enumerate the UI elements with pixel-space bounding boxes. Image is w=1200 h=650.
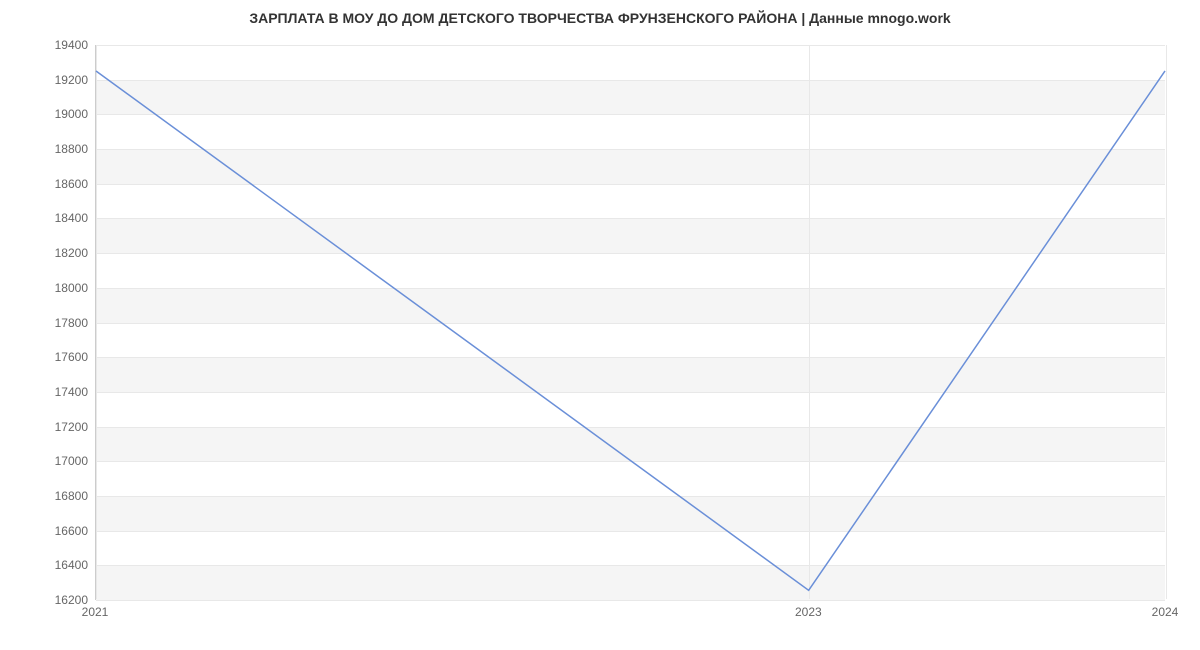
y-tick-label: 16200 [8, 593, 88, 607]
y-grid-line [96, 600, 1165, 601]
y-tick-label: 17400 [8, 385, 88, 399]
x-grid-line [1166, 45, 1167, 599]
y-tick-label: 19000 [8, 107, 88, 121]
y-tick-label: 16400 [8, 558, 88, 572]
y-tick-label: 18400 [8, 211, 88, 225]
data-line [96, 71, 1165, 590]
y-tick-label: 18600 [8, 177, 88, 191]
y-tick-label: 19400 [8, 38, 88, 52]
y-tick-label: 16600 [8, 524, 88, 538]
x-tick-label: 2024 [1152, 605, 1179, 619]
line-layer [96, 45, 1165, 599]
x-tick-label: 2021 [82, 605, 109, 619]
chart-title: ЗАРПЛАТА В МОУ ДО ДОМ ДЕТСКОГО ТВОРЧЕСТВ… [0, 10, 1200, 26]
y-tick-label: 17600 [8, 350, 88, 364]
chart-container: ЗАРПЛАТА В МОУ ДО ДОМ ДЕТСКОГО ТВОРЧЕСТВ… [0, 0, 1200, 650]
y-tick-label: 18000 [8, 281, 88, 295]
y-tick-label: 18200 [8, 246, 88, 260]
plot-area [95, 45, 1165, 600]
y-tick-label: 18800 [8, 142, 88, 156]
y-tick-label: 17000 [8, 454, 88, 468]
y-tick-label: 16800 [8, 489, 88, 503]
y-tick-label: 19200 [8, 73, 88, 87]
x-tick-label: 2023 [795, 605, 822, 619]
y-tick-label: 17200 [8, 420, 88, 434]
y-tick-label: 17800 [8, 316, 88, 330]
